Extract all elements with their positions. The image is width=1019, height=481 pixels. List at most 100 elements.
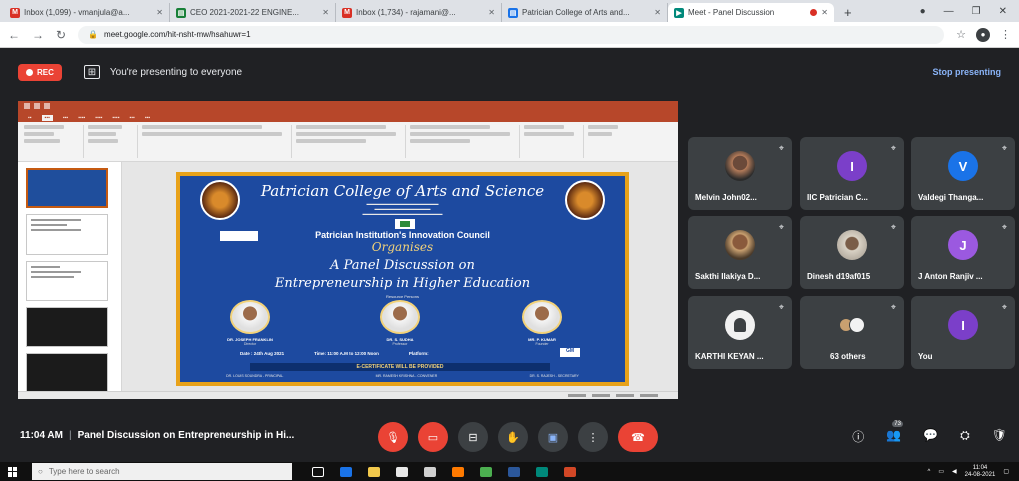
- camera-off-button[interactable]: ▭: [418, 422, 448, 452]
- meeting-name: Panel Discussion on Entrepreneurship in …: [77, 430, 295, 441]
- word-icon[interactable]: [508, 466, 520, 477]
- activities-icon[interactable]: ⛭: [960, 428, 970, 445]
- forward-icon[interactable]: →: [32, 28, 44, 42]
- captions-button[interactable]: ⊟: [458, 422, 488, 452]
- slide-thumbnail[interactable]: [26, 214, 108, 255]
- speaker-card: DR. S. SUDHA Professor: [350, 300, 450, 346]
- close-icon[interactable]: ✕: [156, 8, 163, 17]
- avatar: [725, 310, 755, 340]
- pin-icon[interactable]: ⌖: [891, 302, 896, 313]
- pin-icon[interactable]: ⌖: [1002, 302, 1007, 313]
- pin-icon[interactable]: ⌖: [1002, 143, 1007, 154]
- search-placeholder: Type here to search: [48, 467, 120, 476]
- participant-tile[interactable]: ⌖ Sakthi Ilakiya D...: [688, 216, 792, 289]
- task-view-icon[interactable]: [312, 466, 324, 477]
- mic-off-button[interactable]: 🎙: [378, 422, 408, 452]
- tab-title: Meet - Panel Discussion: [688, 8, 775, 17]
- bookmark-star-icon[interactable]: ☆: [956, 28, 966, 41]
- stop-presenting-button[interactable]: Stop presenting: [932, 67, 1001, 77]
- participant-name: Valdegi Thanga...: [918, 193, 984, 202]
- file-explorer-icon[interactable]: [368, 466, 380, 477]
- close-icon[interactable]: ✕: [488, 8, 495, 17]
- ppt-menu-bar: ▪▪ ▪▪▪ ▪▪▪ ▪▪▪▪ ▪▪▪▪ ▪▪▪▪ ▪▪▪ ▪▪▪: [18, 113, 678, 122]
- edge-icon[interactable]: [340, 466, 352, 477]
- undo-icon: [34, 103, 40, 109]
- participant-tile[interactable]: ⌖ Dinesh d19af015: [800, 216, 904, 289]
- close-icon[interactable]: ✕: [654, 8, 661, 17]
- leave-call-button[interactable]: ☎: [618, 422, 658, 452]
- ppt-menu-item: ▪▪▪▪: [95, 114, 103, 121]
- browser-tab[interactable]: ▤ CEO 2021-2021-22 ENGINE... ✕: [170, 3, 336, 22]
- windows-start-icon[interactable]: [8, 466, 18, 477]
- browser-tab[interactable]: M Inbox (1,734) - rajamani@... ✕: [336, 3, 502, 22]
- volume-icon[interactable]: ◀: [952, 468, 957, 475]
- close-window-icon[interactable]: ✕: [999, 6, 1007, 17]
- profile-dot-icon[interactable]: ●: [920, 6, 926, 17]
- taskbar-search[interactable]: ○ Type here to search: [32, 463, 292, 480]
- host-controls-icon[interactable]: 🛡: [992, 428, 1007, 445]
- poster-footer-item: DR. S. RAJESH - SECRETARY: [529, 374, 579, 378]
- browser-tab[interactable]: ▤ Patrician College of Arts and... ✕: [502, 3, 668, 22]
- poster-resource-label: Resource Persons: [386, 294, 419, 299]
- pin-icon[interactable]: ⌖: [779, 222, 784, 233]
- clock[interactable]: 11:04 24-08-2021: [965, 465, 996, 479]
- pin-icon[interactable]: ⌖: [779, 143, 784, 154]
- recording-badge[interactable]: REC: [18, 63, 62, 81]
- meeting-details-icon[interactable]: ⓘ: [852, 428, 864, 445]
- taskbar-apps: [312, 466, 576, 477]
- captions-icon: ⊟: [468, 431, 478, 444]
- avatar: I: [948, 310, 978, 340]
- close-icon[interactable]: ✕: [322, 8, 329, 17]
- profile-avatar-icon[interactable]: ●: [976, 27, 990, 42]
- people-button[interactable]: 👥 73: [886, 421, 903, 445]
- chrome-icon[interactable]: [480, 466, 492, 477]
- notifications-icon[interactable]: ▢: [1003, 468, 1009, 475]
- browser-tab[interactable]: M Inbox (1,099) - vmanjula@a... ✕: [4, 3, 170, 22]
- participant-tile-others[interactable]: ⌖ 63 others: [800, 296, 904, 369]
- store-icon[interactable]: [396, 466, 408, 477]
- participant-tile[interactable]: ⌖ V Valdegi Thanga...: [911, 137, 1015, 210]
- participant-tile[interactable]: ⌖ I IIC Patrician C...: [800, 137, 904, 210]
- pin-icon[interactable]: ⌖: [1002, 222, 1007, 233]
- maximize-icon[interactable]: ❐: [972, 6, 981, 17]
- menu-dots-icon[interactable]: ⋮: [1000, 28, 1011, 41]
- network-icon[interactable]: ▭: [938, 468, 944, 475]
- ppt-menu-item: ▪▪▪▪: [112, 114, 120, 121]
- close-icon[interactable]: ✕: [821, 8, 828, 17]
- firefox-icon[interactable]: [452, 466, 464, 477]
- avatar: V: [948, 151, 978, 181]
- participant-tile[interactable]: ⌖ J J Anton Ranjiv ...: [911, 216, 1015, 289]
- reload-icon[interactable]: ↻: [56, 28, 66, 42]
- participant-tile-self[interactable]: ⌖ I You: [911, 296, 1015, 369]
- minimize-icon[interactable]: —: [944, 6, 954, 17]
- ppt-menu-item: ▪▪▪: [129, 114, 135, 121]
- back-icon[interactable]: ←: [8, 28, 20, 42]
- mail-icon[interactable]: [424, 466, 436, 477]
- chat-icon[interactable]: 💬: [923, 428, 938, 445]
- tray-chevron-icon[interactable]: ^: [928, 469, 931, 475]
- camera-off-icon: ▭: [427, 431, 439, 444]
- participant-tile[interactable]: ⌖ KARTHI KEYAN ...: [688, 296, 792, 369]
- slide-thumbnail[interactable]: [26, 352, 108, 393]
- participant-name: Sakthi Ilakiya D...: [695, 272, 761, 281]
- browser-tab-active[interactable]: ▶ Meet - Panel Discussion ✕: [668, 3, 834, 22]
- slide-thumbnail[interactable]: [26, 260, 108, 301]
- ppt-ribbon: [18, 122, 678, 162]
- search-icon: ○: [38, 467, 43, 476]
- more-options-button[interactable]: ⋮: [578, 422, 608, 452]
- pin-icon[interactable]: ⌖: [891, 143, 896, 154]
- slide-thumbnail[interactable]: [26, 168, 108, 209]
- poster-footer-item: DR. LOUIS SOUNDRA - PRINCIPAL: [226, 374, 284, 378]
- raise-hand-button[interactable]: ✋: [498, 422, 528, 452]
- slide-thumbnail[interactable]: [26, 306, 108, 347]
- pin-icon[interactable]: ⌖: [779, 302, 784, 313]
- present-screen-icon: ⊞: [83, 65, 100, 79]
- present-now-button[interactable]: ▣: [538, 422, 568, 452]
- new-tab-button[interactable]: +: [834, 3, 862, 22]
- url-field[interactable]: 🔒 meet.google.com/hit-nsht-mw/hsahuwr=1: [78, 25, 945, 44]
- pin-icon[interactable]: ⌖: [891, 222, 896, 233]
- meeting-info: 11:04 AM | Panel Discussion on Entrepren…: [20, 430, 294, 441]
- participant-tile[interactable]: ⌖ Melvin John02...: [688, 137, 792, 210]
- powerpoint-icon[interactable]: [564, 466, 576, 477]
- meet-icon[interactable]: [536, 466, 548, 477]
